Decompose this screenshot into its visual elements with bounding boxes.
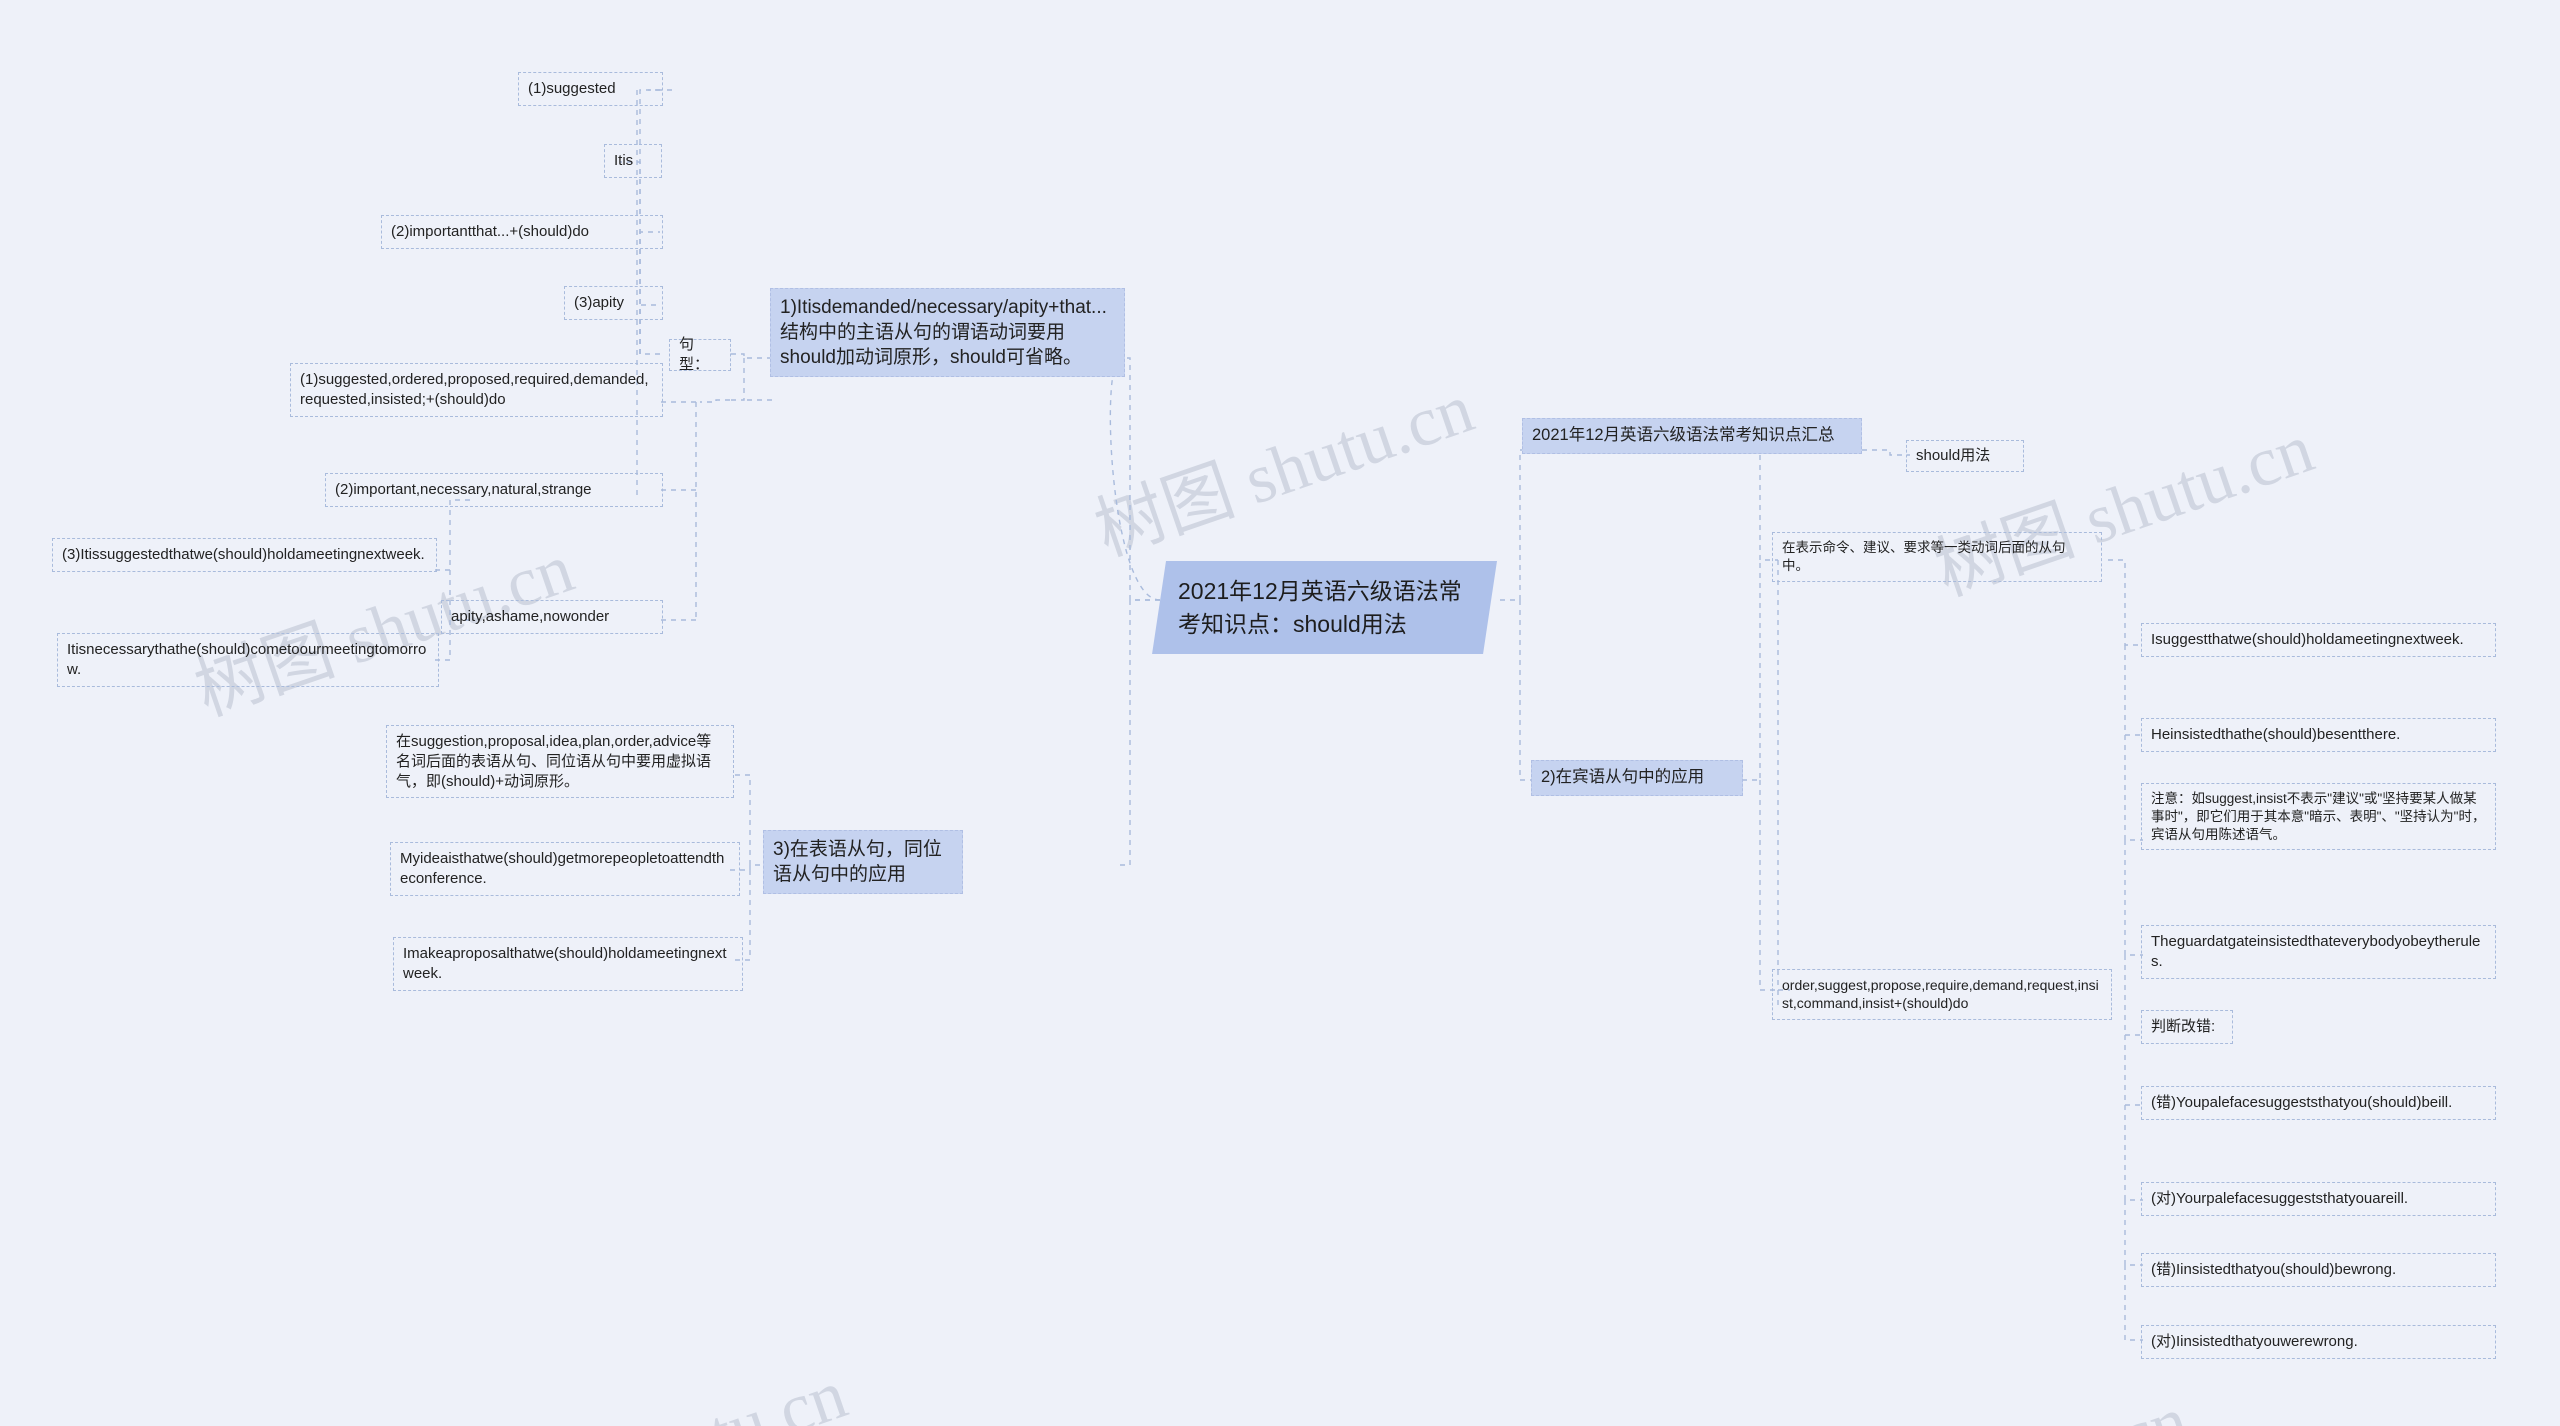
right-branch-2-node[interactable]: 2)在宾语从句中的应用 [1531, 760, 1743, 796]
branch-3-example-2[interactable]: Imakeaproposalthatwe(should)holdameeting… [393, 937, 743, 991]
correction-1[interactable]: (错)Youpalefacesuggeststhatyou(should)bei… [2141, 1086, 2496, 1120]
branch-2-rule[interactable]: 在表示命令、建议、要求等一类动词后面的从句中。 [1772, 532, 2102, 582]
syntax-child-1[interactable]: (1)suggested [518, 72, 663, 106]
watermark: 树图 shutu.cn [1926, 410, 2323, 611]
watermark: tu.cn [700, 1356, 856, 1426]
watermark: 树图 shutu.cn [1086, 370, 1483, 571]
branch-2-note-example[interactable]: Theguardatgateinsistedthateverybodyobeyt… [2141, 925, 2496, 979]
mindmap-canvas: 树图 shutu.cn 树图 shutu.cn 树图 shutu.cn tu.c… [0, 0, 2560, 1426]
detail-child-1[interactable]: (1)suggested,ordered,proposed,required,d… [290, 363, 663, 417]
detail-child-3[interactable]: apity,ashame,nowonder [441, 600, 663, 634]
correction-3[interactable]: (错)Iinsistedthatyou(should)bewrong. [2141, 1253, 2496, 1287]
branch-2-verbs[interactable]: order,suggest,propose,require,demand,req… [1772, 969, 2112, 1020]
correction-label-node[interactable]: 判断改错: [2141, 1010, 2233, 1044]
summary-node[interactable]: 2021年12月英语六级语法常考知识点汇总 [1522, 418, 1862, 454]
syntax-child-3[interactable]: (2)importantthat...+(should)do [381, 215, 663, 249]
left-branch-1-node[interactable]: 1)Itisdemanded/necessary/apity+that...结构… [770, 288, 1125, 378]
syntax-label-node[interactable]: 句型： [669, 336, 731, 373]
detail-child-2[interactable]: (2)important,necessary,natural,strange [325, 473, 663, 507]
left-branch-3-node[interactable]: 3)在表语从句，同位语从句中的应用 [763, 830, 963, 895]
right-example-2[interactable]: Heinsistedthathe(should)besentthere. [2141, 718, 2496, 752]
syntax-child-4[interactable]: (3)apity [564, 286, 663, 320]
correction-2[interactable]: (对)Yourpalefacesuggeststhatyouareill. [2141, 1182, 2496, 1216]
correction-4[interactable]: (对)Iinsistedthatyouwerewrong. [2141, 1325, 2496, 1359]
branch-3-example-1[interactable]: Myideaisthatwe(should)getmorepeopletoatt… [390, 842, 740, 896]
watermark: u.cn [2060, 1381, 2198, 1426]
branch-3-rule[interactable]: 在suggestion,proposal,idea,plan,order,adv… [386, 725, 734, 799]
root-node[interactable]: 2021年12月英语六级语法常考知识点：should用法 [1152, 561, 1497, 654]
branch-2-note[interactable]: 注意：如suggest,insist不表示"建议"或"坚持要某人做某事时"，即它… [2141, 783, 2496, 851]
left-example-2[interactable]: Itisnecessarythathe(should)cometoourmeet… [57, 633, 439, 687]
syntax-child-2[interactable]: Itis [604, 144, 662, 178]
right-example-1[interactable]: Isuggestthatwe(should)holdameetingnextwe… [2141, 623, 2496, 657]
topic-node[interactable]: should用法 [1906, 440, 2024, 472]
left-example-1[interactable]: (3)Itissuggestedthatwe(should)holdameeti… [52, 538, 437, 572]
